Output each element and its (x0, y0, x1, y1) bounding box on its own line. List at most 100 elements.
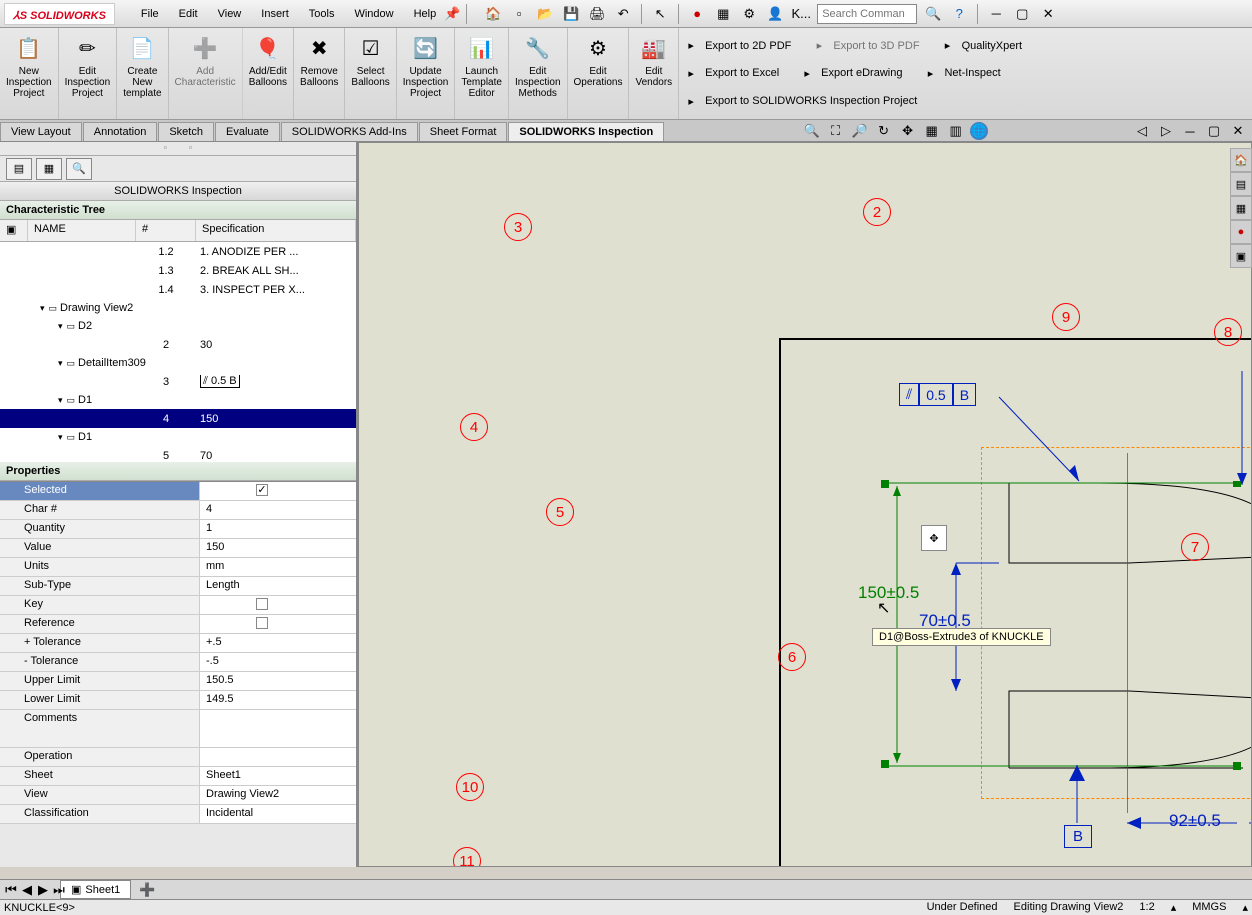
status-units[interactable]: MMGS (1192, 901, 1226, 914)
minimize-icon[interactable]: ─ (986, 4, 1006, 24)
undo-icon[interactable]: ↶ (613, 4, 633, 24)
ribbon-update[interactable]: 🔄UpdateInspectionProject (397, 28, 456, 119)
pan-icon[interactable]: ✥ (898, 121, 918, 141)
menu-tools[interactable]: Tools (305, 6, 339, 22)
ribbon-launch[interactable]: 📊LaunchTemplateEditor (455, 28, 509, 119)
search-input[interactable] (817, 4, 917, 24)
prop-row-comments[interactable]: Comments (0, 710, 356, 748)
tab-sheet-format[interactable]: Sheet Format (419, 122, 508, 141)
balloon-4[interactable]: 4 (460, 413, 488, 441)
globe-icon[interactable]: 🌐 (970, 122, 988, 140)
tree-row[interactable]: 3⫽ 0.5 B (0, 372, 356, 391)
tab-view-layout[interactable]: View Layout (0, 122, 82, 141)
drawing-canvas[interactable]: 30+1-0.5 4.0° 150±0.5 70±0.5 92±0.5 ⌀ 1 … (358, 142, 1252, 867)
tab-annotation[interactable]: Annotation (83, 122, 158, 141)
rotate-icon[interactable]: ↻ (874, 121, 894, 141)
tab-sketch[interactable]: Sketch (158, 122, 214, 141)
datum-b[interactable]: B (1064, 825, 1092, 848)
tree-row[interactable]: 4150 (0, 409, 356, 428)
ribbon-link-export-edrawing[interactable]: ▸Export eDrawing (799, 65, 902, 81)
balloon-2[interactable]: 2 (863, 198, 891, 226)
win-back-icon[interactable]: ◁ (1132, 121, 1152, 141)
properties-grid[interactable]: Selected✓Char #4Quantity1Value150Unitsmm… (0, 481, 356, 867)
panel-tab-inspect[interactable]: 🔍 (66, 158, 92, 180)
menu-window[interactable]: Window (350, 6, 397, 22)
ribbon-link-net-inspect[interactable]: ▸Net-Inspect (922, 65, 1000, 81)
win-max-icon[interactable]: ▢ (1204, 121, 1224, 141)
options-icon[interactable]: ▦ (713, 4, 733, 24)
prop-row-value[interactable]: Value150 (0, 539, 356, 558)
prop-row-units[interactable]: Unitsmm (0, 558, 356, 577)
balloon-3[interactable]: 3 (504, 213, 532, 241)
tab-last-icon[interactable]: ⏭ (52, 880, 66, 900)
close-icon[interactable]: ✕ (1038, 4, 1058, 24)
tab-prev-icon[interactable]: ◀ (20, 880, 34, 900)
rt-home-icon[interactable]: 🏠 (1230, 148, 1252, 172)
view-icon[interactable]: ▦ (922, 121, 942, 141)
move-handle-icon[interactable]: ✥ (921, 525, 947, 551)
user-icon[interactable]: 👤 (765, 4, 785, 24)
search-icon[interactable]: 🔍 (923, 4, 943, 24)
tab-first-icon[interactable]: ⏮ (4, 880, 18, 900)
zoom-fit-icon[interactable]: 🔍 (802, 121, 822, 141)
prop-row-selected[interactable]: Selected✓ (0, 482, 356, 501)
prop-row-char[interactable]: Char #4 (0, 501, 356, 520)
ribbon-edit[interactable]: 🏭EditVendors (629, 28, 679, 119)
menu-insert[interactable]: Insert (257, 6, 293, 22)
save-icon[interactable]: 💾 (561, 4, 581, 24)
tree-row[interactable]: 1.21. ANODIZE PER ... (0, 242, 356, 261)
balloon-9[interactable]: 9 (1052, 303, 1080, 331)
prop-row-view[interactable]: ViewDrawing View2 (0, 786, 356, 805)
tree-group[interactable]: ▾▭D1 (0, 391, 356, 409)
pin-icon[interactable]: 📌 (442, 4, 462, 24)
ribbon-create[interactable]: 📄CreateNewtemplate (117, 28, 168, 119)
add-sheet-icon[interactable]: ➕ (137, 880, 157, 900)
ribbon-edit[interactable]: 🔧EditInspectionMethods (509, 28, 568, 119)
open-icon[interactable]: 📂 (535, 4, 555, 24)
prop-row-lowerlimit[interactable]: Lower Limit149.5 (0, 691, 356, 710)
tree-group[interactable]: ▾▭Drawing View2 (0, 299, 356, 317)
select-icon[interactable]: ↖ (650, 4, 670, 24)
ribbon-edit[interactable]: ✏EditInspectionProject (59, 28, 118, 119)
tab-solidworks-inspection[interactable]: SOLIDWORKS Inspection (508, 122, 664, 141)
tree-row[interactable]: 1.43. INSPECT PER X... (0, 280, 356, 299)
rebuild-icon[interactable]: ● (687, 4, 707, 24)
print-icon[interactable]: 🖨 (587, 4, 607, 24)
rt-prop-icon[interactable]: ▦ (1230, 196, 1252, 220)
status-scale[interactable]: 1:2 (1139, 901, 1154, 914)
menu-edit[interactable]: Edit (175, 6, 202, 22)
balloon-7[interactable]: 7 (1181, 533, 1209, 561)
balloon-6[interactable]: 6 (778, 643, 806, 671)
panel-tab-tree[interactable]: ▤ (6, 158, 32, 180)
prop-row-subtype[interactable]: Sub-TypeLength (0, 577, 356, 596)
balloon-10[interactable]: 10 (456, 773, 484, 801)
win-fwd-icon[interactable]: ▷ (1156, 121, 1176, 141)
balloon-5[interactable]: 5 (546, 498, 574, 526)
dim-92[interactable]: 92±0.5 (1169, 811, 1221, 831)
view2-icon[interactable]: ▥ (946, 121, 966, 141)
prop-row-classification[interactable]: ClassificationIncidental (0, 805, 356, 824)
prop-row-key[interactable]: Key (0, 596, 356, 615)
tree-group[interactable]: ▾▭D2 (0, 317, 356, 335)
prop-row-quantity[interactable]: Quantity1 (0, 520, 356, 539)
rt-custom-icon[interactable]: ▣ (1230, 244, 1252, 268)
prop-row-operation[interactable]: Operation (0, 748, 356, 767)
help-icon[interactable]: ? (949, 4, 969, 24)
zoom-icon[interactable]: 🔎 (850, 121, 870, 141)
rt-appear-icon[interactable]: ● (1230, 220, 1252, 244)
ribbon-link-export-to-excel[interactable]: ▸Export to Excel (683, 65, 779, 81)
ribbon-link-export-to-solidworks-inspection-project[interactable]: ▸Export to SOLIDWORKS Inspection Project (683, 93, 917, 109)
prop-row-reference[interactable]: Reference (0, 615, 356, 634)
ribbon-new[interactable]: 📋NewInspectionProject (0, 28, 59, 119)
ribbon-link-qualityxpert[interactable]: ▸QualityXpert (940, 38, 1023, 54)
rt-layers-icon[interactable]: ▤ (1230, 172, 1252, 196)
zoom-area-icon[interactable]: ⛶ (826, 121, 846, 141)
new-icon[interactable]: ▫ (509, 4, 529, 24)
ribbon-addedit[interactable]: 🎈Add/EditBalloons (243, 28, 294, 119)
balloon-11[interactable]: 11 (453, 847, 481, 867)
ribbon-select[interactable]: ☑SelectBalloons (345, 28, 396, 119)
prop-row-tolerance[interactable]: + Tolerance+.5 (0, 634, 356, 653)
panel-tab-list[interactable]: ▦ (36, 158, 62, 180)
win-close-icon[interactable]: ✕ (1228, 121, 1248, 141)
menu-help[interactable]: Help (410, 6, 441, 22)
